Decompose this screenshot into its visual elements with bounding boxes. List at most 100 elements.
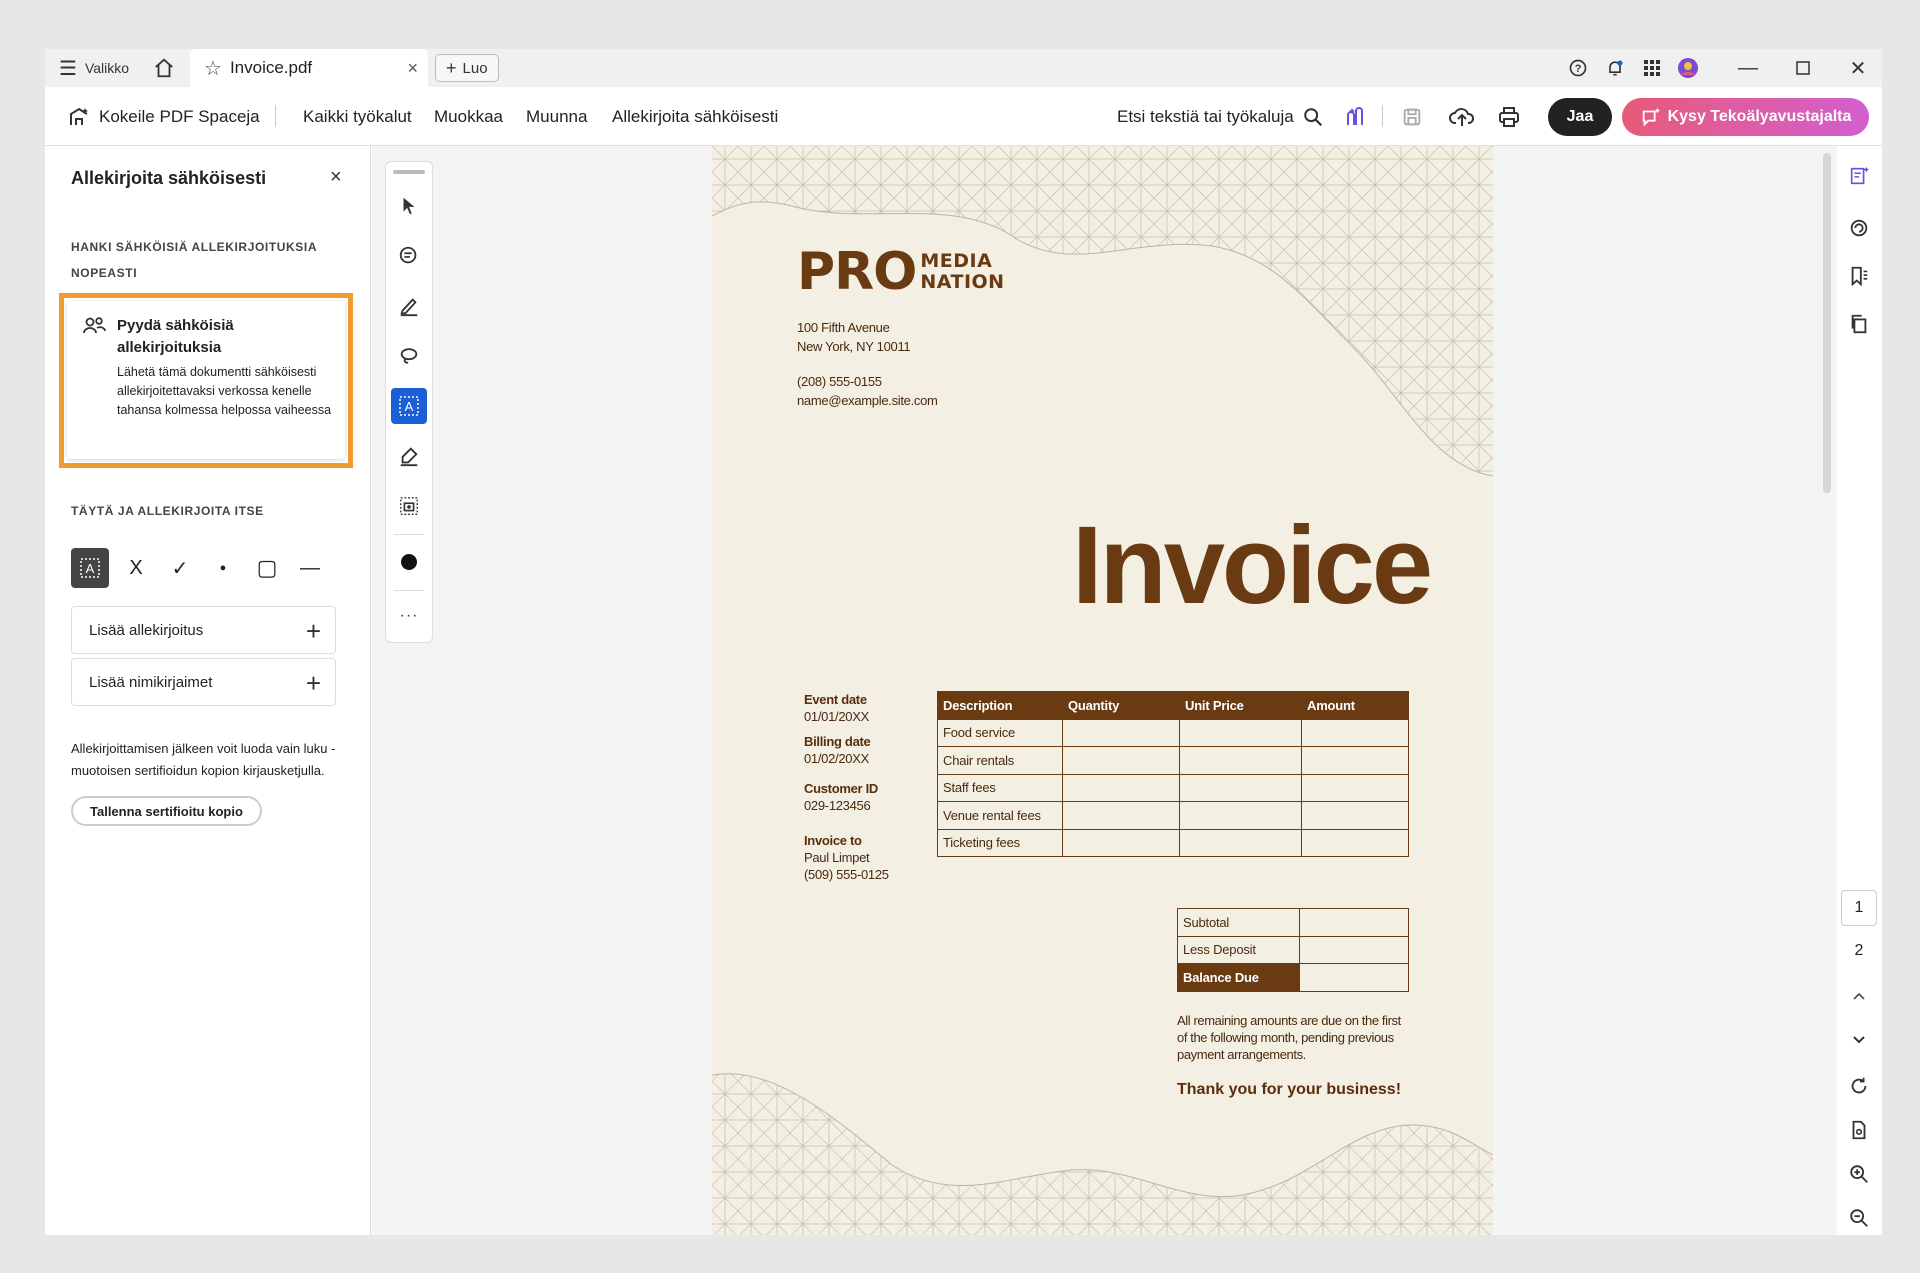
minimize-icon[interactable]: — bbox=[1728, 49, 1768, 87]
request-signatures-card[interactable]: Pyydä sähköisiä allekirjoituksia Lähetä … bbox=[67, 301, 345, 459]
main-toolbar: Kokeile PDF Spaceja Kaikki työkalut Muok… bbox=[45, 87, 1882, 146]
page-1-button[interactable]: 1 bbox=[1841, 890, 1877, 926]
column-header: Amount bbox=[1301, 691, 1409, 720]
apps-grid-icon[interactable] bbox=[1632, 49, 1672, 87]
snapshot-tool[interactable] bbox=[391, 488, 427, 524]
item-amount-cell bbox=[1301, 801, 1409, 830]
plus-icon: + bbox=[305, 616, 321, 646]
draw-tool[interactable] bbox=[391, 338, 427, 374]
upload-cloud-icon[interactable] bbox=[1449, 87, 1475, 146]
close-tab-icon[interactable]: × bbox=[407, 58, 418, 79]
rotate-icon[interactable] bbox=[1843, 1070, 1875, 1102]
invoice-to-block: Invoice to Paul Limpet (509) 555-0125 bbox=[804, 832, 889, 883]
logo-media-nation: MEDIA NATION bbox=[920, 251, 1004, 293]
new-tab-button[interactable]: + Luo bbox=[435, 54, 499, 82]
section-heading-fill-sign: TÄYTÄ JA ALLEKIRJOITA ITSE bbox=[71, 504, 264, 518]
edit-menu[interactable]: Muokkaa bbox=[434, 87, 503, 146]
table-row: Subtotal bbox=[1177, 908, 1409, 937]
tab-invoice[interactable]: ☆ Invoice.pdf × bbox=[190, 49, 428, 87]
star-icon[interactable]: ☆ bbox=[204, 56, 222, 81]
menu-label: Valikko bbox=[84, 60, 130, 76]
people-icon bbox=[83, 317, 106, 334]
sign-tool[interactable] bbox=[391, 438, 427, 474]
esign-menu[interactable]: Allekirjoita sähköisesti bbox=[612, 87, 778, 146]
page-settings-icon[interactable] bbox=[1843, 1114, 1875, 1146]
item-description: Food service bbox=[937, 718, 1063, 747]
comment-tool[interactable] bbox=[391, 238, 427, 274]
item-quantity-cell bbox=[1062, 718, 1180, 747]
ai-compare-icon[interactable] bbox=[1343, 87, 1367, 146]
chevron-up-icon[interactable] bbox=[1843, 980, 1875, 1012]
table-row: Less Deposit bbox=[1177, 935, 1409, 964]
svg-text:?: ? bbox=[1575, 63, 1582, 75]
close-panel-icon[interactable]: × bbox=[330, 166, 342, 189]
chevron-down-icon[interactable] bbox=[1843, 1024, 1875, 1056]
search-tools[interactable]: Etsi tekstiä tai työkaluja bbox=[1117, 87, 1324, 146]
page-2-button[interactable]: 2 bbox=[1841, 933, 1877, 969]
color-picker[interactable] bbox=[391, 544, 427, 580]
document-viewport[interactable]: PRO MEDIA NATION 100 Fifth Avenue New Yo… bbox=[372, 146, 1837, 1235]
add-text-tool-active[interactable]: A bbox=[391, 388, 427, 424]
drag-handle[interactable] bbox=[393, 170, 425, 174]
add-signature-button[interactable]: Lisää allekirjoitus + bbox=[71, 606, 336, 654]
lasso-icon bbox=[400, 348, 418, 364]
vertical-scrollbar[interactable] bbox=[1823, 153, 1831, 493]
search-label: Etsi tekstiä tai työkaluja bbox=[1117, 106, 1294, 126]
spaces-label: Kokeile PDF Spaceja bbox=[99, 106, 260, 126]
add-signature-label: Lisää allekirjoitus bbox=[89, 621, 204, 639]
invoice-title: Invoice bbox=[1072, 504, 1433, 627]
address-line2: New York, NY 10011 bbox=[797, 339, 911, 354]
zoom-in-icon[interactable] bbox=[1843, 1158, 1875, 1190]
item-amount-cell bbox=[1301, 828, 1409, 857]
table-row: Food service bbox=[937, 718, 1409, 747]
spaces-button[interactable]: Kokeile PDF Spaceja bbox=[67, 87, 260, 146]
tool-divider bbox=[394, 534, 424, 535]
certified-copy-note: Allekirjoittamisen jälkeen voit luoda va… bbox=[71, 741, 336, 778]
right-rail: 1 2 bbox=[1837, 146, 1882, 1235]
dot-tool[interactable]: ● bbox=[204, 548, 242, 588]
line-tool[interactable]: — bbox=[291, 548, 329, 588]
checkmark-tool[interactable]: ✓ bbox=[161, 548, 199, 588]
ai-edit-icon[interactable] bbox=[1843, 160, 1875, 192]
esign-panel: Allekirjoita sähköisesti × HANKI SÄHKÖIS… bbox=[45, 146, 371, 1235]
event-date-value: 01/01/20XX bbox=[804, 709, 869, 724]
all-tools-menu[interactable]: Kaikki työkalut bbox=[303, 87, 412, 146]
save-certified-copy-button[interactable]: Tallenna sertifioitu kopio bbox=[71, 796, 262, 826]
menu-button[interactable]: ☰ Valikko bbox=[59, 49, 129, 87]
bookmarks-icon[interactable] bbox=[1843, 260, 1875, 292]
text-box-icon: A bbox=[399, 396, 419, 416]
hamburger-icon: ☰ bbox=[59, 57, 77, 80]
more-tools-icon[interactable]: ··· bbox=[391, 598, 427, 634]
rectangle-tool[interactable]: ▢ bbox=[248, 548, 286, 588]
maximize-icon[interactable] bbox=[1783, 49, 1823, 87]
help-icon[interactable]: ? bbox=[1558, 49, 1598, 87]
select-tool[interactable] bbox=[391, 188, 427, 224]
company-phone: (208) 555-0155 bbox=[797, 374, 882, 389]
company-contact: (208) 555-0155 name@example.site.com bbox=[797, 372, 938, 410]
item-description: Venue rental fees bbox=[937, 801, 1063, 830]
save-icon[interactable] bbox=[1401, 87, 1423, 146]
less-deposit-value-cell bbox=[1299, 935, 1409, 964]
convert-menu[interactable]: Muunna bbox=[526, 87, 587, 146]
column-header: Quantity bbox=[1062, 691, 1180, 720]
highlight-tool[interactable] bbox=[391, 288, 427, 324]
cross-tool[interactable]: X bbox=[117, 548, 155, 588]
totals-table: Subtotal Less Deposit Balance Due bbox=[1177, 908, 1409, 992]
close-window-icon[interactable]: ✕ bbox=[1838, 49, 1878, 87]
avatar[interactable] bbox=[1668, 49, 1708, 87]
pages-icon[interactable] bbox=[1843, 308, 1875, 340]
title-bar: ☰ Valikko ☆ Invoice.pdf × + Luo ? — ✕ bbox=[45, 49, 1882, 87]
add-initials-button[interactable]: Lisää nimikirjaimet + bbox=[71, 658, 336, 706]
notifications-icon[interactable] bbox=[1595, 49, 1635, 87]
billing-date-block: Billing date 01/02/20XX bbox=[804, 733, 871, 767]
share-button[interactable]: Jaa bbox=[1548, 98, 1612, 136]
logo-pro: PRO bbox=[797, 242, 917, 302]
ai-assistant-button[interactable]: Kysy Tekoälyavustajalta bbox=[1622, 98, 1869, 136]
table-row: Balance Due bbox=[1177, 963, 1409, 992]
zoom-out-icon[interactable] bbox=[1843, 1202, 1875, 1234]
add-text-tool[interactable]: A bbox=[71, 548, 109, 588]
home-button[interactable] bbox=[153, 49, 175, 87]
app-window: ☰ Valikko ☆ Invoice.pdf × + Luo ? — ✕ Ko… bbox=[45, 49, 1882, 1235]
comments-icon[interactable] bbox=[1843, 212, 1875, 244]
print-icon[interactable] bbox=[1497, 87, 1521, 146]
